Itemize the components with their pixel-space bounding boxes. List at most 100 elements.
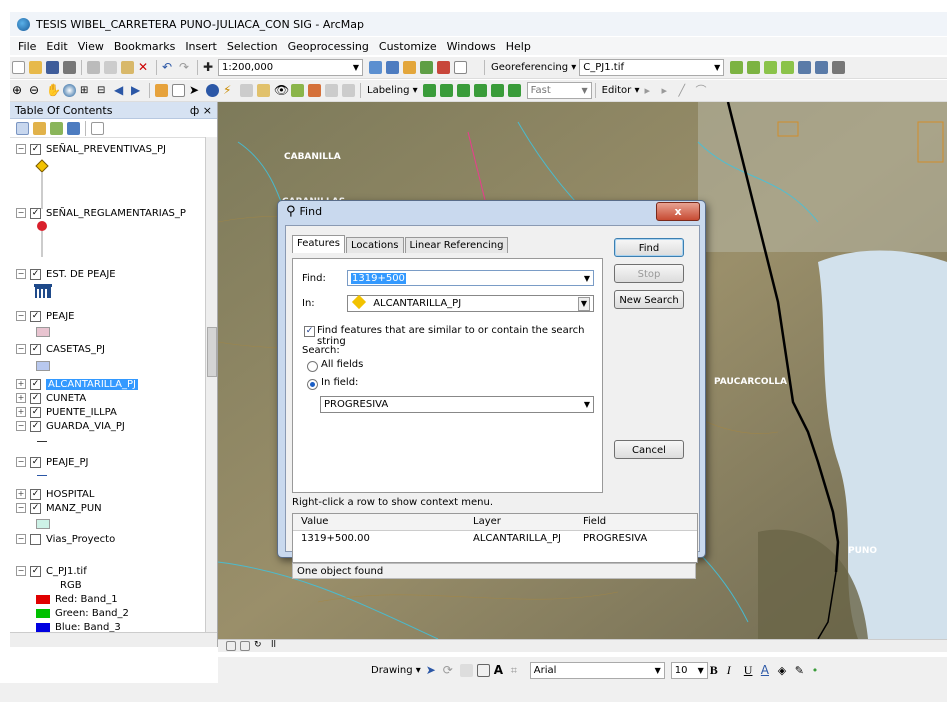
editor-menu[interactable]: Editor ▾ — [602, 85, 640, 96]
layer-row[interactable]: + ✓ HOSPITAL — [10, 487, 94, 501]
collapse-icon[interactable]: − — [16, 269, 26, 279]
layer-row[interactable]: + ✓ ALCANTARILLA_PJ — [10, 377, 138, 391]
layer-row[interactable]: − ✓ MANZ_PUN — [10, 501, 102, 515]
in-field-radio[interactable] — [307, 379, 318, 390]
layer-visibility-checkbox[interactable]: ✓ — [30, 502, 41, 514]
toc-horizontal-scrollbar[interactable] — [10, 632, 217, 647]
new-document-icon[interactable] — [12, 61, 25, 74]
collapse-icon[interactable]: − — [16, 503, 26, 513]
editor-toolbar-icon[interactable] — [369, 61, 382, 74]
label-priority-icon[interactable] — [439, 84, 453, 97]
view-link-table-icon[interactable] — [798, 61, 812, 74]
edit-tool-icon[interactable]: ▸ — [644, 84, 657, 97]
layer-visibility-checkbox[interactable]: ✓ — [30, 565, 41, 577]
new-search-button[interactable]: New Search — [614, 290, 684, 309]
toc-vertical-scrollbar[interactable] — [205, 137, 217, 632]
layer-row[interactable]: − ✓ EST. DE PEAJE — [10, 267, 116, 281]
python-window-icon[interactable] — [454, 61, 467, 74]
georeferencing-menu[interactable]: Georeferencing ▾ — [491, 62, 576, 73]
font-color-icon[interactable]: A — [761, 663, 774, 677]
layer-row[interactable]: − ✓ PEAJE_PJ — [10, 455, 88, 469]
underline-icon[interactable]: U — [744, 663, 757, 677]
collapse-icon[interactable]: − — [16, 144, 26, 154]
layer-row[interactable]: − ✓ GUARDA_VIA_PJ — [10, 419, 125, 433]
column-header-field[interactable]: Field — [583, 516, 606, 527]
georef-tool-icon[interactable] — [815, 61, 829, 74]
label-quality-combo[interactable]: Fast ▼ — [526, 82, 592, 99]
cancel-button[interactable]: Cancel — [614, 440, 684, 459]
layer-row[interactable]: − ✓ SEÑAL_REGLAMENTARIAS_P — [10, 206, 186, 220]
save-icon[interactable] — [46, 61, 59, 74]
fill-color-icon[interactable]: ◈ — [778, 664, 791, 677]
layer-visibility-checkbox[interactable]: ✓ — [30, 378, 41, 390]
labeling-menu[interactable]: Labeling ▾ — [367, 85, 418, 96]
georef-tool-icon[interactable] — [832, 61, 846, 74]
collapse-icon[interactable]: − — [16, 457, 26, 467]
arctoolbox-icon[interactable] — [437, 61, 450, 74]
lock-labels-icon[interactable] — [473, 84, 487, 97]
list-by-source-icon[interactable] — [33, 121, 46, 135]
label-manager-icon[interactable] — [422, 84, 436, 97]
find-button[interactable]: Find — [614, 238, 684, 257]
catalog-window-icon[interactable] — [403, 61, 416, 74]
refresh-icon[interactable]: ↻ — [254, 640, 267, 653]
go-to-xy-icon[interactable] — [308, 84, 321, 97]
label-weight-icon[interactable] — [456, 84, 470, 97]
layer-visibility-checkbox[interactable]: ✓ — [30, 268, 41, 280]
layer-row[interactable]: − Vias_Proyecto — [10, 532, 115, 546]
menu-insert[interactable]: Insert — [185, 40, 217, 53]
layout-view-icon[interactable] — [240, 641, 250, 651]
add-data-icon[interactable]: ✚ — [203, 61, 216, 74]
tab-features[interactable]: Features — [292, 235, 345, 253]
layer-visibility-checkbox[interactable]: ✓ — [30, 207, 41, 219]
menu-bookmarks[interactable]: Bookmarks — [114, 40, 175, 53]
layer-row[interactable]: − ✓ SEÑAL_PREVENTIVAS_PJ — [10, 142, 166, 156]
full-extent-icon[interactable] — [63, 84, 76, 97]
undo-icon[interactable]: ↶ — [162, 61, 175, 74]
layer-visibility-checkbox[interactable]: ✓ — [30, 343, 41, 355]
layer-visibility-checkbox[interactable]: ✓ — [30, 310, 41, 322]
expand-icon[interactable]: + — [16, 407, 26, 417]
toc-window-icon[interactable] — [386, 61, 399, 74]
font-size-combo[interactable]: 10 ▼ — [670, 661, 708, 679]
pause-drawing-icon[interactable]: ll — [271, 640, 284, 653]
georef-tool-icon[interactable] — [781, 61, 795, 74]
curve-icon[interactable]: ⌒ — [695, 84, 708, 97]
toc-pin-close[interactable]: ф × — [190, 104, 212, 117]
add-control-points-icon[interactable] — [730, 61, 744, 74]
font-combo[interactable]: Arial ▼ — [529, 661, 665, 679]
layer-visibility-checkbox[interactable] — [30, 533, 41, 545]
expand-icon[interactable]: + — [16, 489, 26, 499]
map-scale-combo[interactable]: 1:200,000 ▼ — [218, 59, 363, 76]
find-input[interactable]: 1319+500 ▼ — [347, 270, 594, 286]
menu-windows[interactable]: Windows — [447, 40, 496, 53]
list-by-drawing-order-icon[interactable] — [16, 121, 29, 135]
zoom-to-elements-icon[interactable] — [459, 663, 473, 677]
layer-row[interactable]: + ✓ PUENTE_ILLPA — [10, 405, 117, 419]
collapse-icon[interactable]: − — [16, 311, 26, 321]
georef-layer-combo[interactable]: C_PJ1.tif ▼ — [579, 59, 725, 76]
time-slider-icon[interactable] — [325, 84, 338, 97]
layer-visibility-checkbox[interactable]: ✓ — [30, 392, 41, 404]
tab-locations[interactable]: Locations — [346, 237, 404, 253]
html-popup-icon[interactable] — [240, 84, 253, 97]
redo-icon[interactable]: ↷ — [179, 61, 192, 74]
copy-icon[interactable] — [104, 61, 117, 74]
column-header-value[interactable]: Value — [301, 516, 328, 527]
fixed-zoom-out-icon[interactable]: ⊟ — [97, 84, 110, 97]
straight-segment-icon[interactable]: ╱ — [678, 84, 691, 97]
menu-geoprocessing[interactable]: Geoprocessing — [288, 40, 369, 53]
collapse-icon[interactable]: − — [16, 344, 26, 354]
collapse-icon[interactable]: − — [16, 208, 26, 218]
zoom-out-icon[interactable]: ⊖ — [29, 84, 42, 97]
layer-visibility-checkbox[interactable]: ✓ — [30, 420, 41, 432]
zoom-in-icon[interactable]: ⊕ — [12, 84, 25, 97]
in-layer-select[interactable]: ALCANTARILLA_PJ ▼ — [347, 294, 594, 312]
stop-button[interactable]: Stop — [614, 264, 684, 283]
layer-visibility-checkbox[interactable]: ✓ — [30, 456, 41, 468]
pan-icon[interactable]: ✋ — [46, 84, 61, 97]
layer-row[interactable]: − ✓ C_PJ1.tif — [10, 564, 87, 578]
view-unplaced-labels-icon[interactable] — [507, 84, 521, 97]
tab-linear-referencing[interactable]: Linear Referencing — [404, 237, 509, 253]
line-color-icon[interactable]: ✎ — [795, 664, 808, 677]
